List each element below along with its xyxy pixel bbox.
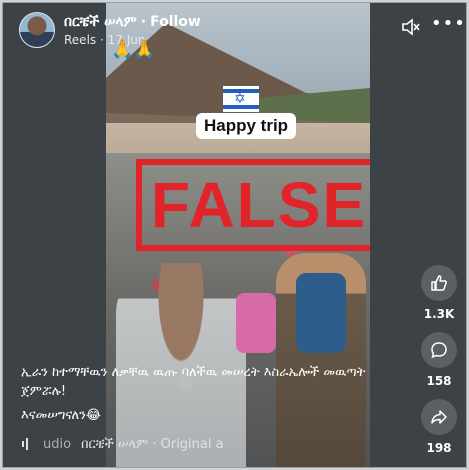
israel-flag-icon: ✡ — [223, 86, 259, 112]
comment-count: 158 — [426, 374, 452, 388]
more-options-icon[interactable]: ••• — [431, 15, 465, 37]
caption-emoji-line: እናመሠግናለን😂 — [21, 408, 102, 423]
video-hiker — [236, 293, 276, 353]
author-line: በርቼች ሠላም · Follow — [64, 14, 201, 30]
audio-label: udio — [43, 437, 72, 452]
comment-icon[interactable] — [421, 332, 457, 368]
mute-icon[interactable] — [401, 17, 421, 37]
like-control[interactable]: 1.3K — [418, 265, 460, 321]
audio-bar[interactable]: udio በርቼች ሠላም · Original a — [21, 437, 224, 452]
share-icon[interactable] — [421, 399, 457, 435]
share-count: 198 — [426, 441, 452, 455]
false-stamp: FALSE — [136, 159, 370, 251]
reel-header: በርቼች ሠላም · Follow Reels · 17 Jun ••• — [3, 3, 466, 53]
share-control[interactable]: 198 — [418, 399, 460, 455]
audio-track[interactable]: በርቼች ሠላም · Original a — [81, 437, 224, 452]
reel-card: ✡ Happy trip FALSE በርቼች ሠላም · Follow Reels… — [2, 2, 467, 468]
video-overlay-text: Happy trip — [196, 113, 297, 139]
avatar[interactable] — [19, 12, 55, 48]
prayer-emoji: 🙏🙏 — [111, 39, 156, 60]
video-backpack — [296, 273, 346, 353]
audio-icon — [22, 438, 28, 450]
author-name[interactable]: በርቼች ሠላም — [64, 14, 137, 30]
false-stamp-text: FALSE — [150, 169, 368, 241]
like-icon[interactable] — [421, 265, 457, 301]
post-caption[interactable]: ኢራን ከተማቸዉን ለቃቸዉ ዉጡ ባለችዉ መሠረት እስራኤሎች መዉጣት… — [21, 363, 381, 401]
comment-control[interactable]: 158 — [418, 332, 460, 388]
like-count: 1.3K — [423, 307, 455, 321]
follow-button[interactable]: Follow — [150, 14, 201, 30]
meta-source[interactable]: Reels — [64, 33, 96, 47]
